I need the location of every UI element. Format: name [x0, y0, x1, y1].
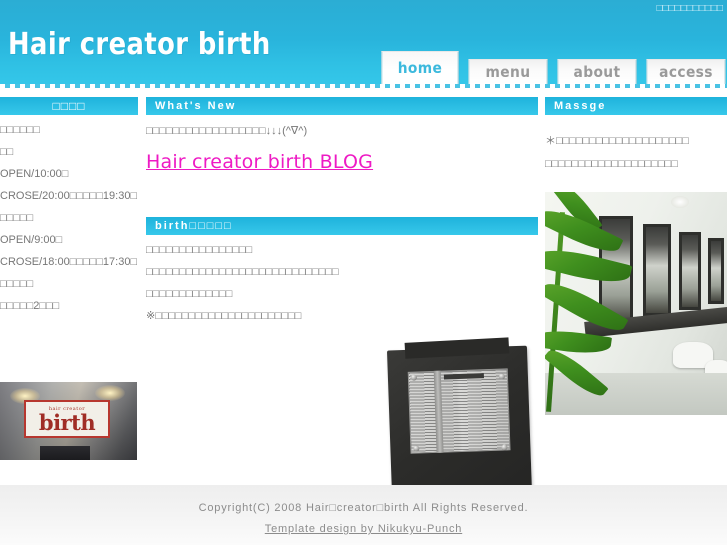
birth-section-heading: birth□□□□□ [146, 217, 538, 235]
sidebar-info-line: OPEN/10:00□ [0, 168, 69, 180]
salon-mirror [708, 238, 724, 304]
main-content: What's New □□□□□□□□□□□□□□□□□□↓↓↓(^∇^) Ha… [146, 97, 538, 529]
main-navigation: home menu about access [378, 44, 727, 84]
sidebar-info-line: □□□□□ [0, 278, 34, 290]
nav-tab-about[interactable]: about [557, 59, 637, 84]
shop-sign-big-text: birth [38, 409, 96, 435]
template-credit-link[interactable]: Template design by Nikukyu-Punch [265, 523, 462, 535]
birth-bullet-list: □□□□□□□□□□□□□□□□ □□□□□□□□□□□□□□□□□□□□□□□… [146, 243, 538, 323]
whats-new-heading: What's New [146, 97, 538, 115]
header-top-nav-text[interactable]: □□□□□□□□□□□ [657, 3, 723, 14]
shop-light-glow [95, 385, 125, 401]
nav-tab-home[interactable]: home [381, 51, 459, 84]
salon-mirror [643, 224, 671, 316]
ceiling-light [671, 196, 689, 208]
sidebar-info-line: □□□□□□ [0, 124, 40, 136]
nav-tab-access[interactable]: access [646, 59, 726, 84]
massge-note: ＊□□□□□□□□□□□□□□□□□□□□ [545, 135, 689, 147]
salon-mirror [679, 232, 701, 310]
birth-bullet-item: □□□□□□□□□□□□□ [146, 288, 233, 300]
whats-new-note: □□□□□□□□□□□□□□□□□□↓↓↓(^∇^) [146, 125, 308, 137]
sidebar-info-line: CROSE/20:00□□□□□19:30□ [0, 190, 138, 202]
site-title: Hair creator birth [8, 27, 271, 62]
sidebar-info-line: OPEN/9:00□ [0, 234, 63, 246]
newspaper-clipping [407, 368, 511, 454]
sidebar-info-line: CROSE/18:00□□□□□17:30□ [0, 256, 138, 268]
shop-signboard: hair creator birth [24, 400, 110, 438]
left-sidebar-heading: □□□□ [0, 97, 138, 115]
massge-note: □□□□□□□□□□□□□□□□□□□□ [545, 158, 678, 170]
blog-link[interactable]: Hair creator birth BLOG [146, 151, 373, 173]
site-footer: Copyright(C) 2008 Hair□creator□birth All… [0, 485, 727, 545]
birth-bullet-item: □□□□□□□□□□□□□□□□□□□□□□□□□□□□□ [146, 266, 339, 278]
sidebar-info-line: □□□□□2□□□ [0, 300, 60, 312]
left-sidebar: □□□□ □□□□□□ □□ OPEN/10:00□ CROSE/20:00□□… [0, 97, 138, 460]
sidebar-info-line: □□ [0, 146, 14, 158]
right-sidebar: Massge ＊□□□□□□□□□□□□□□□□□□□□ □□□□□□□□□□□… [545, 97, 727, 415]
shop-exterior-photo: hair creator birth [0, 382, 137, 460]
nav-tab-menu[interactable]: menu [468, 59, 548, 84]
shop-doorway [40, 446, 90, 460]
massge-heading: Massge [545, 97, 727, 115]
site-header: □□□□□□□□□□□ Hair creator birth home menu… [0, 0, 727, 88]
copyright-text: Copyright(C) 2008 Hair□creator□birth All… [198, 502, 529, 514]
sidebar-info-line: □□□□□ [0, 212, 34, 224]
salon-interior-photo [545, 192, 727, 415]
page-body: □□□□ □□□□□□ □□ OPEN/10:00□ CROSE/20:00□□… [0, 88, 727, 529]
birth-bullet-item: □□□□□□□□□□□□□□□□ [146, 244, 253, 256]
birth-bullet-item: ※□□□□□□□□□□□□□□□□□□□□□□ [146, 310, 302, 322]
